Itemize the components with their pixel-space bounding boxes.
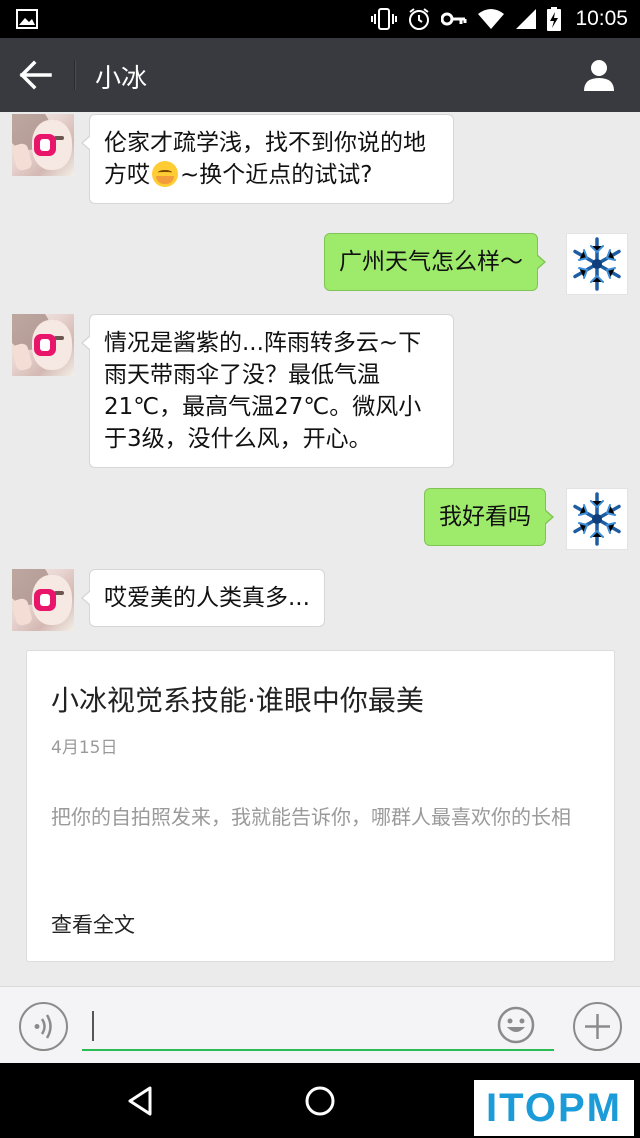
message-bubble[interactable]: 伦家才疏学浅，找不到你说的地方哎 ~换个近点的试试? xyxy=(81,114,454,204)
key-icon xyxy=(441,12,467,26)
my-avatar[interactable] xyxy=(566,488,628,550)
message-text: 广州天气怎么样～ xyxy=(339,249,523,275)
embarrassed-emoji-icon xyxy=(152,161,178,187)
bot-avatar[interactable] xyxy=(12,114,74,176)
title-bar: 小冰 xyxy=(0,38,640,112)
image-icon xyxy=(16,9,38,29)
snowflake-icon xyxy=(573,492,621,546)
wifi-icon xyxy=(478,9,505,29)
message-bubble[interactable]: 广州天气怎么样～ xyxy=(324,233,546,291)
message-bubble[interactable]: 情况是酱紫的...阵雨转多云~下雨天带雨伞了没？最低气温21℃，最高气温27℃。… xyxy=(81,314,454,468)
vibrate-icon xyxy=(371,8,398,30)
page-title: 小冰 xyxy=(95,64,148,94)
alarm-icon xyxy=(409,8,430,30)
back-arrow-icon[interactable] xyxy=(18,57,58,93)
voice-button[interactable] xyxy=(19,1002,68,1051)
input-bar xyxy=(0,986,640,1063)
message-input[interactable] xyxy=(82,999,554,1051)
chat-area: 伦家才疏学浅，找不到你说的地方哎 ~换个近点的试试? 广州天气怎么样～ 情况是酱紫… xyxy=(0,112,640,986)
card-title: 小冰视觉系技能·谁眼中你最美 xyxy=(51,684,424,717)
message-bubble[interactable]: 我好看吗 xyxy=(424,488,554,546)
clock: 10:05 xyxy=(575,7,628,30)
message-text: ~换个近点的试试? xyxy=(180,162,373,188)
article-card[interactable]: 小冰视觉系技能·谁眼中你最美 4月15日 把你的自拍照发来，我就能告诉你，哪群人… xyxy=(26,650,615,962)
battery-charging-icon xyxy=(547,7,562,31)
message-text: 我好看吗 xyxy=(439,504,531,530)
smiley-icon[interactable] xyxy=(497,1006,535,1044)
status-bar: 10:05 xyxy=(0,0,640,38)
nav-home-icon[interactable] xyxy=(304,1085,336,1117)
message-text: 哎爱美的人类真多... xyxy=(104,585,310,611)
title-divider xyxy=(74,60,75,90)
plus-icon xyxy=(585,1014,610,1039)
more-button[interactable] xyxy=(573,1002,622,1051)
card-description: 把你的自拍照发来，我就能告诉你，哪群人最喜欢你的长相 xyxy=(51,805,571,829)
snowflake-icon xyxy=(573,237,621,291)
message-text: 情况是酱紫的...阵雨转多云~下雨天带雨伞了没？最低气温21℃，最高气温27℃。… xyxy=(104,330,422,452)
watermark-logo: ITOPM xyxy=(474,1080,634,1136)
bot-avatar[interactable] xyxy=(12,314,74,376)
read-more-link[interactable]: 查看全文 xyxy=(51,909,135,939)
person-icon[interactable] xyxy=(582,58,616,92)
text-caret xyxy=(92,1011,94,1041)
bot-avatar[interactable] xyxy=(12,569,74,631)
my-avatar[interactable] xyxy=(566,233,628,295)
card-date: 4月15日 xyxy=(51,738,118,758)
message-bubble[interactable]: 哎爱美的人类真多... xyxy=(81,569,325,627)
signal-icon xyxy=(516,9,537,29)
voice-icon xyxy=(34,1014,52,1039)
nav-back-icon[interactable] xyxy=(124,1085,156,1117)
